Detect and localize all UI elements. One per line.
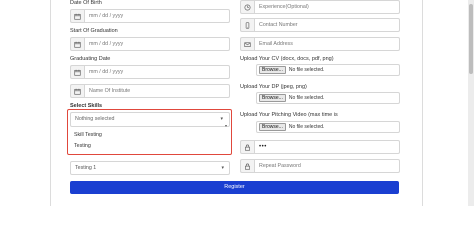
- browse-button[interactable]: Browse...: [259, 123, 286, 131]
- page-left-border: [50, 0, 51, 206]
- institute-input[interactable]: Name Of Institute: [84, 84, 230, 98]
- email-input[interactable]: Email Address: [254, 37, 400, 51]
- start-of-graduation-label: Start Of Graduation: [70, 28, 118, 34]
- phone-icon: [240, 18, 254, 32]
- contact-number-input[interactable]: Contact Number: [254, 18, 400, 32]
- skills-option[interactable]: Testing: [74, 143, 91, 149]
- repeat-password-input[interactable]: Repeat Password: [254, 159, 400, 173]
- experience-field[interactable]: Experience(Optional): [240, 0, 400, 14]
- institute-field[interactable]: Name Of Institute: [70, 84, 230, 98]
- file-status: No file selected.: [288, 124, 325, 130]
- skills-option[interactable]: Skill Testing: [74, 132, 102, 138]
- browse-button[interactable]: Browse...: [259, 66, 286, 74]
- file-status: No file selected.: [288, 67, 325, 73]
- calendar-icon: [70, 9, 84, 23]
- email-field[interactable]: Email Address: [240, 37, 400, 51]
- date-of-birth-field[interactable]: mm / dd / yyyy: [70, 9, 230, 23]
- skills-selected-text: Nothing selected: [75, 116, 115, 122]
- register-button[interactable]: Register: [70, 181, 399, 194]
- graduating-date-field[interactable]: mm / dd / yyyy: [70, 65, 230, 79]
- envelope-icon: [240, 37, 254, 51]
- chevron-down-icon: ▾: [221, 165, 224, 171]
- dp-upload-input[interactable]: Browse... No file selected.: [256, 92, 400, 104]
- file-status: No file selected.: [288, 95, 325, 101]
- start-of-graduation-input[interactable]: mm / dd / yyyy: [84, 37, 230, 51]
- clock-icon: [240, 0, 254, 14]
- experience-input[interactable]: Experience(Optional): [254, 0, 400, 14]
- start-of-graduation-field[interactable]: mm / dd / yyyy: [70, 37, 230, 51]
- password-input[interactable]: •••: [254, 140, 400, 154]
- caret-icon: ▾: [220, 116, 223, 122]
- lock-icon: [240, 140, 254, 154]
- repeat-password-field[interactable]: Repeat Password: [240, 159, 400, 173]
- date-of-birth-label: Date Of Birth: [70, 0, 102, 6]
- calendar-icon: [70, 37, 84, 51]
- dp-upload-label: Upload Your DP (jpeg, png): [240, 84, 307, 90]
- video-upload-label: Upload Your Pitching Video (max time is: [240, 112, 338, 118]
- skills-dropdown-menu: Skill Testing Testing: [70, 128, 230, 153]
- cv-upload-input[interactable]: Browse... No file selected.: [256, 64, 400, 76]
- secondary-select-value: Testing 1: [75, 165, 97, 171]
- lock-icon: [240, 159, 254, 173]
- calendar-icon: [70, 84, 84, 98]
- contact-number-field[interactable]: Contact Number: [240, 18, 400, 32]
- cv-upload-label: Upload Your CV (docx, docs, pdf, png): [240, 56, 334, 62]
- password-field[interactable]: •••: [240, 140, 400, 154]
- calendar-icon: [70, 65, 84, 79]
- video-upload-input[interactable]: Browse... No file selected.: [256, 121, 400, 133]
- graduating-date-input[interactable]: mm / dd / yyyy: [84, 65, 230, 79]
- secondary-select[interactable]: Testing 1 ▾: [70, 161, 230, 175]
- date-of-birth-input[interactable]: mm / dd / yyyy: [84, 9, 230, 23]
- graduating-date-label: Graduating Date: [70, 56, 111, 62]
- scrollbar-thumb[interactable]: [469, 4, 473, 74]
- browse-button[interactable]: Browse...: [259, 94, 286, 102]
- page-right-border: [422, 0, 423, 206]
- skills-multiselect[interactable]: Nothing selected ▾ ▾: [70, 112, 230, 128]
